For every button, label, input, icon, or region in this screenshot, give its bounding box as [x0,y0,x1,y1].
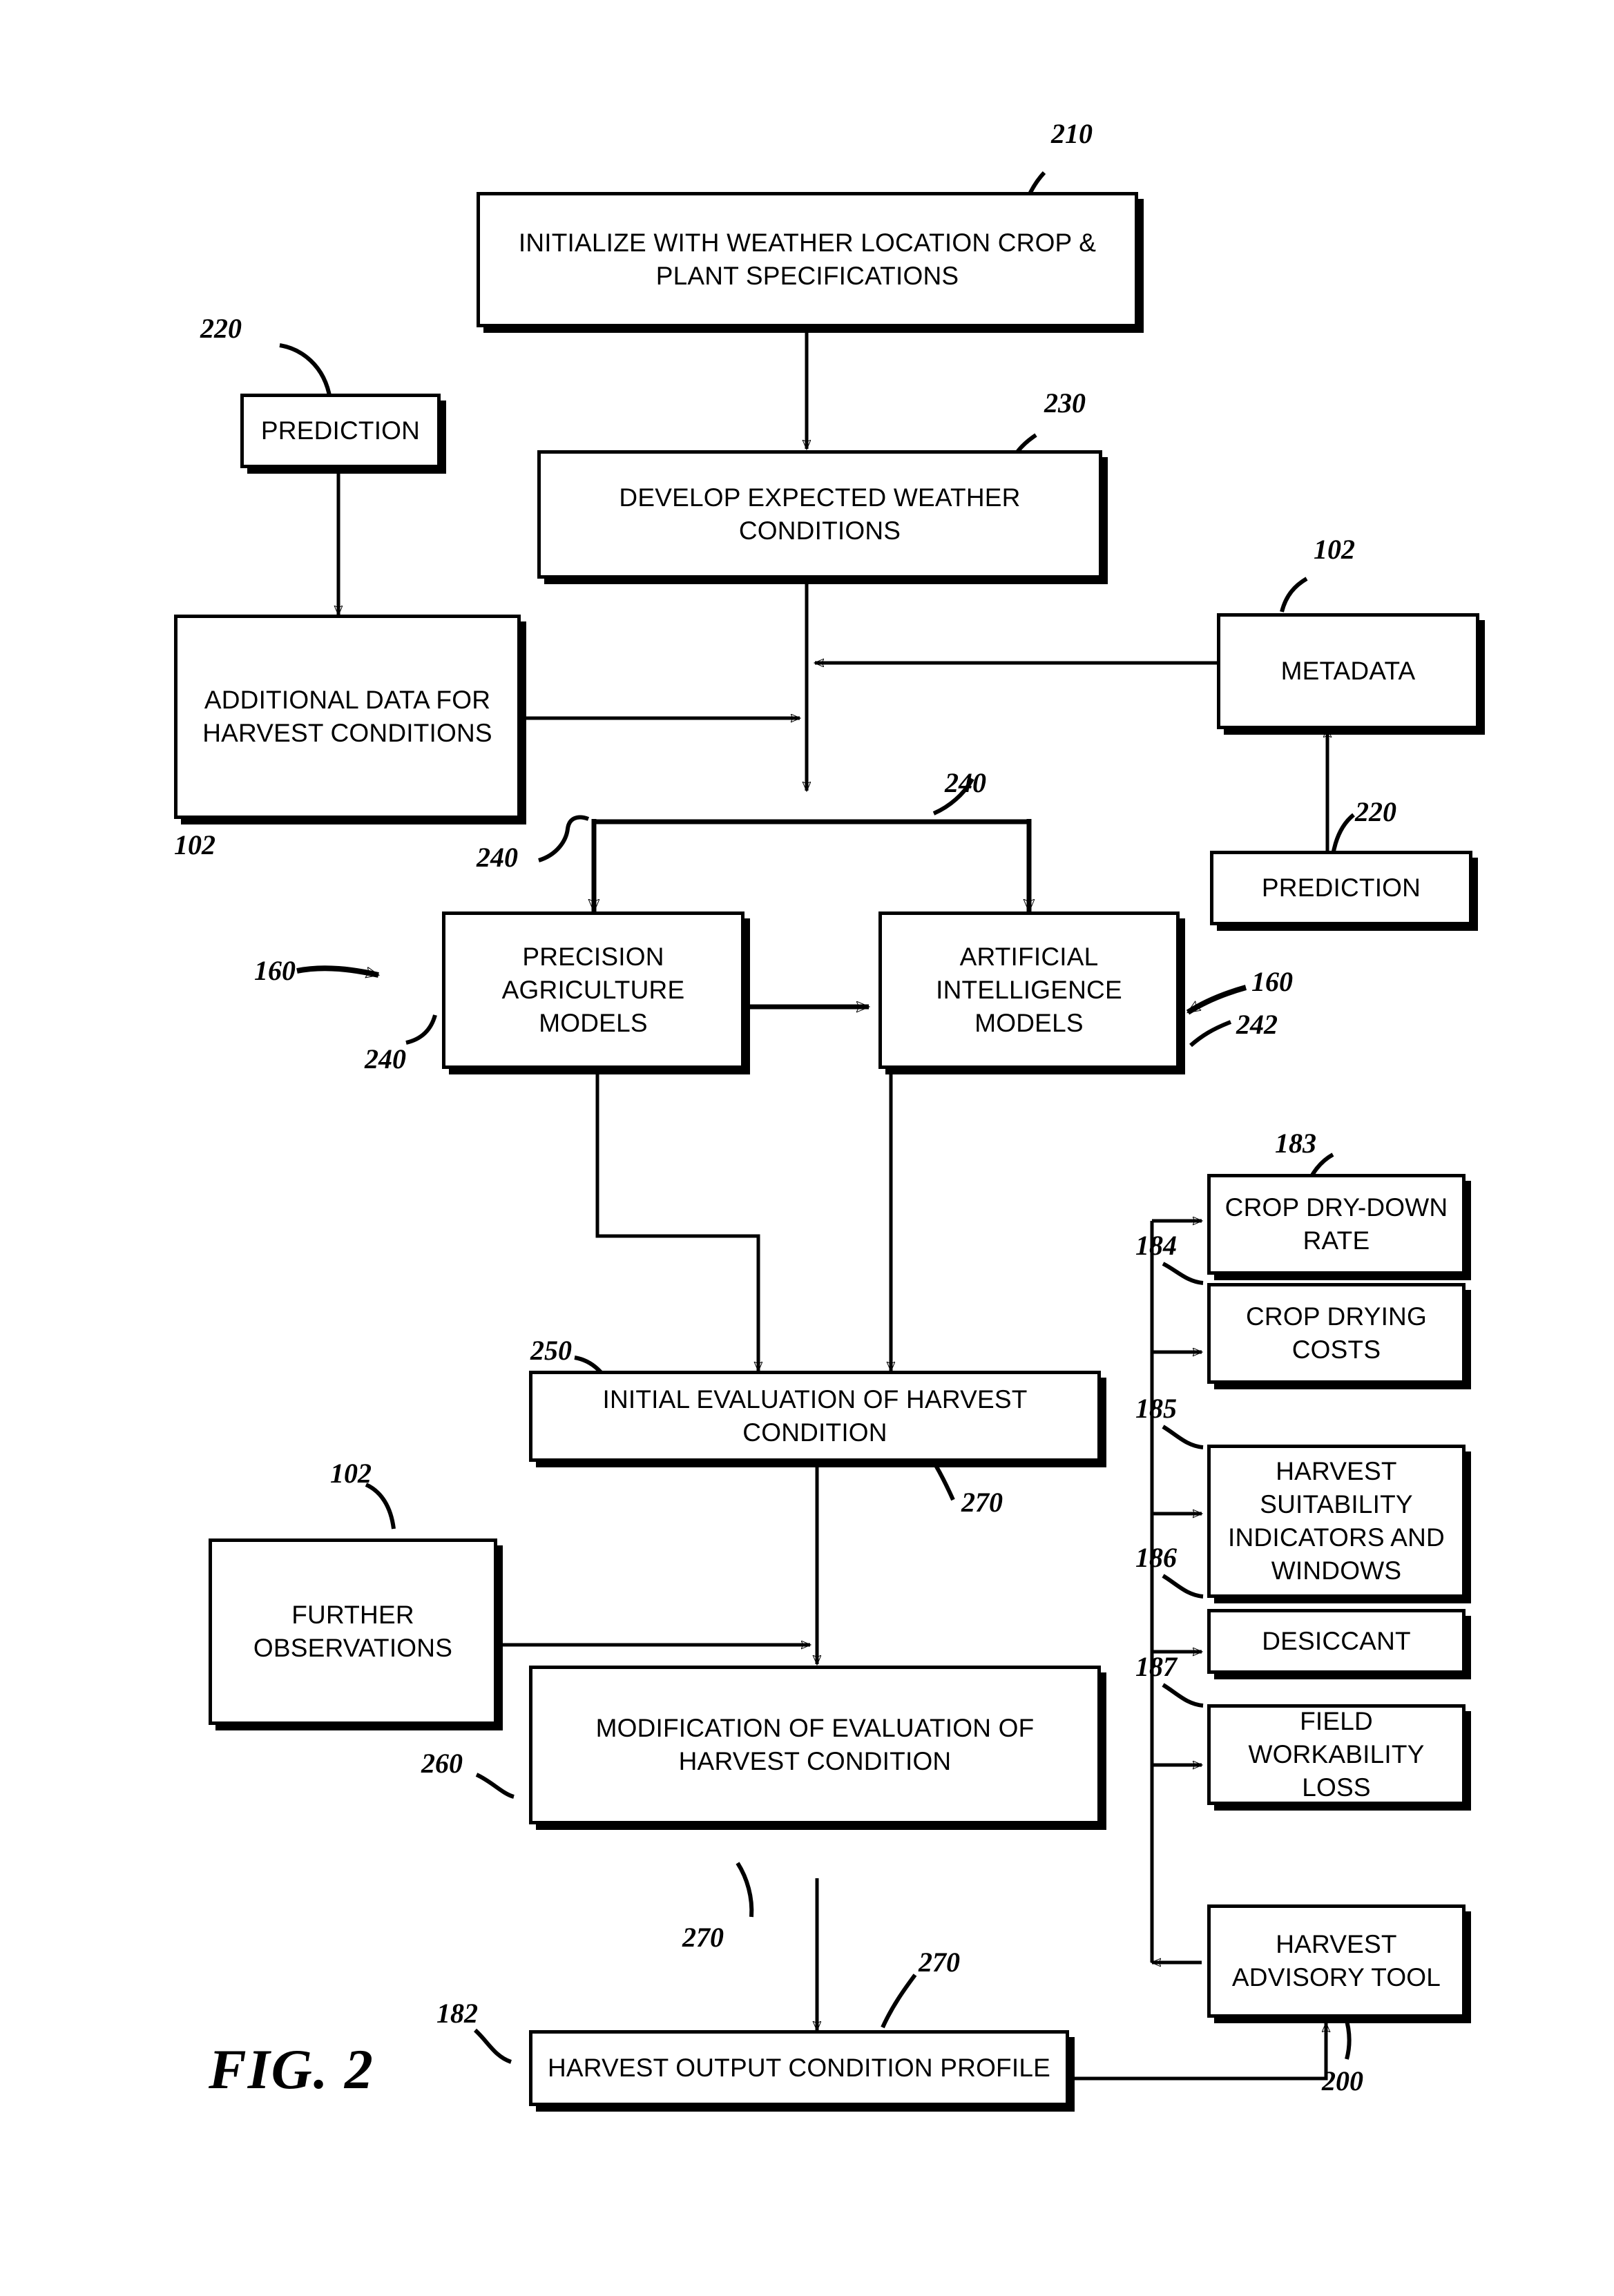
leader-240a [538,815,590,862]
node-initial-eval-label: INITIAL EVALUATION OF HARVEST CONDITION [602,1385,1028,1447]
leader-270b [736,1862,754,1918]
node-metadata-label: METADATA [1280,656,1416,685]
leader-160a [296,965,378,975]
node-advisory-tool[interactable]: HARVEST ADVISORY TOOL [1207,1904,1466,2018]
node-further-observations[interactable]: FURTHER OBSERVATIONS [209,1538,497,1725]
ref-185: 185 [1135,1393,1177,1424]
leader-260 [475,1773,515,1799]
node-additional-data[interactable]: ADDITIONAL DATA FOR HARVEST CONDITIONS [174,615,521,819]
wire-output-to-advisory [1069,2023,1326,2081]
leader-185 [1162,1425,1204,1449]
node-desiccant-label: DESICCANT [1262,1626,1411,1655]
node-ai-models[interactable]: ARTIFICIAL INTELLIGENCE MODELS [878,911,1180,1069]
leader-220a [279,343,332,400]
node-output-profile[interactable]: HARVEST OUTPUT CONDITION PROFILE [529,2030,1069,2106]
leader-182 [473,2028,512,2064]
ref-102-observations: 102 [330,1458,372,1489]
ref-220-left: 220 [200,313,242,344]
node-modification[interactable]: MODIFICATION OF EVALUATION OF HARVEST CO… [529,1666,1101,1824]
node-prediction-right-label: PREDICTION [1261,873,1421,902]
node-precision-models[interactable]: PRECISION AGRICULTURE MODELS [442,911,744,1069]
ref-102-additional: 102 [174,829,215,860]
node-develop-weather-label: DEVELOP EXPECTED WEATHER CONDITIONS [619,483,1021,545]
ref-184: 184 [1135,1230,1177,1261]
ref-230: 230 [1044,387,1086,418]
node-prediction-right[interactable]: PREDICTION [1210,851,1472,925]
ref-220-right: 220 [1355,796,1396,827]
ref-210: 210 [1051,118,1093,149]
node-field-workability-loss[interactable]: FIELD WORKABILITY LOSS [1207,1704,1466,1805]
node-dry-down-rate[interactable]: CROP DRY-DOWN RATE [1207,1174,1466,1275]
node-dry-down-rate-label: CROP DRY-DOWN RATE [1224,1193,1448,1255]
node-ai-models-label: ARTIFICIAL INTELLIGENCE MODELS [936,942,1122,1038]
ref-240-bracket: 240 [945,767,986,798]
ref-240-precision: 240 [365,1043,406,1074]
node-develop-weather[interactable]: DEVELOP EXPECTED WEATHER CONDITIONS [537,450,1102,579]
ref-260: 260 [421,1748,463,1779]
leader-186 [1162,1574,1204,1599]
node-further-observations-label: FURTHER OBSERVATIONS [253,1600,453,1662]
leader-242 [1189,1020,1232,1048]
ref-160-right: 160 [1251,966,1293,997]
node-initialize-label: INITIALIZE WITH WEATHER LOCATION CROP & … [518,228,1097,290]
node-initial-eval[interactable]: INITIAL EVALUATION OF HARVEST CONDITION [529,1371,1101,1462]
leader-102b [1280,577,1308,612]
ref-240-left: 240 [477,842,518,873]
node-drying-costs[interactable]: CROP DRYING COSTS [1207,1283,1466,1384]
node-harvest-suitability[interactable]: HARVEST SUITABILITY INDICATORS AND WINDO… [1207,1445,1466,1598]
leader-270c [881,1974,917,2029]
ref-160-left: 160 [254,955,296,986]
node-output-profile-label: HARVEST OUTPUT CONDITION PROFILE [547,2053,1050,2082]
leader-187 [1162,1683,1204,1708]
node-prediction-left[interactable]: PREDICTION [240,394,441,468]
node-metadata[interactable]: METADATA [1217,613,1479,729]
node-harvest-suitability-label: HARVEST SUITABILITY INDICATORS AND WINDO… [1228,1456,1445,1585]
node-prediction-left-label: PREDICTION [260,416,421,445]
node-drying-costs-label: CROP DRYING COSTS [1246,1302,1427,1364]
leader-240b [405,1014,437,1045]
ref-182: 182 [436,1998,478,2029]
node-initialize[interactable]: INITIALIZE WITH WEATHER LOCATION CROP & … [477,192,1138,327]
figure-canvas: INITIALIZE WITH WEATHER LOCATION CROP & … [0,0,1614,2296]
node-modification-label: MODIFICATION OF EVALUATION OF HARVEST CO… [595,1713,1035,1775]
ref-187: 187 [1135,1651,1177,1682]
leader-184 [1162,1262,1204,1285]
wire-precision-to-eval [595,1067,758,1371]
node-precision-models-label: PRECISION AGRICULTURE MODELS [501,942,685,1038]
ref-183: 183 [1275,1128,1316,1159]
ref-102-metadata: 102 [1314,534,1355,565]
ref-200: 200 [1322,2065,1363,2096]
leader-102c [365,1483,396,1530]
ref-250: 250 [530,1335,572,1366]
node-additional-data-label: ADDITIONAL DATA FOR HARVEST CONDITIONS [202,685,492,747]
ref-270-output: 270 [919,1947,960,1978]
ref-270-modification: 270 [682,1922,724,1953]
node-field-workability-loss-label: FIELD WORKABILITY LOSS [1248,1706,1425,1802]
node-desiccant[interactable]: DESICCANT [1207,1609,1466,1674]
ref-242: 242 [1236,1009,1278,1040]
ref-270-eval: 270 [961,1487,1003,1518]
node-advisory-tool-label: HARVEST ADVISORY TOOL [1231,1929,1441,1991]
figure-label: FIG. 2 [209,2038,374,2101]
ref-186: 186 [1135,1542,1177,1573]
